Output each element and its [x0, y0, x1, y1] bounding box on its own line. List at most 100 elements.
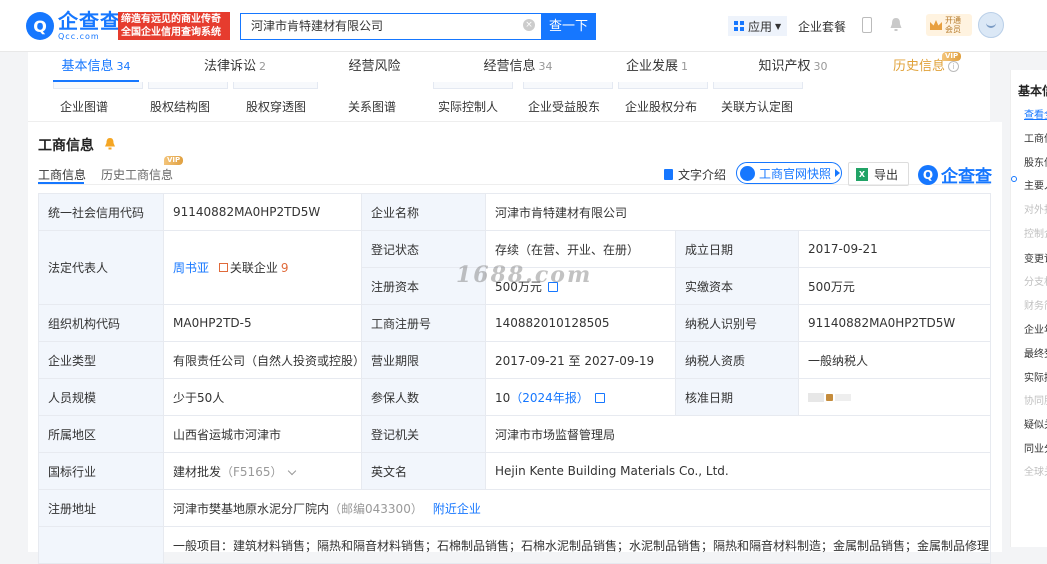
- table-row: 组织机构代码 MA0HP2TD-5 工商注册号 140882010128505 …: [38, 304, 992, 342]
- tool-relation-graph[interactable]: 关系图谱: [348, 98, 396, 115]
- taxpayer-id-value: 91140882MA0HP2TD5W: [797, 304, 992, 342]
- region-value: 山西省运城市河津市: [163, 415, 362, 453]
- qcc-logo[interactable]: Q 企查查 Qcc.com: [26, 11, 121, 41]
- table-row: 统一社会信用代码 91140882MA0HP2TD5W 企业名称 河津市肯特建材…: [38, 193, 992, 231]
- anchor-branches: 分支机: [1024, 277, 1047, 288]
- taxpayer-qual-value: 一般纳税人: [797, 341, 992, 379]
- tab-operating-risk[interactable]: 经营风险: [306, 52, 446, 82]
- grid-icon: [734, 21, 744, 31]
- staff-size-value: 少于50人: [163, 378, 362, 416]
- anchor-view-all[interactable]: 查看全: [1024, 106, 1047, 121]
- logo-text: 企查查: [58, 9, 121, 33]
- chevron-down-icon: [288, 466, 297, 475]
- tab-development[interactable]: 企业发展 1: [590, 52, 724, 82]
- business-info-table: 统一社会信用代码 91140882MA0HP2TD5W 企业名称 河津市肯特建材…: [38, 193, 992, 564]
- related-companies-tag[interactable]: 关联企业 9: [218, 259, 289, 276]
- enterprise-plan-link[interactable]: 企业套餐: [798, 18, 846, 35]
- credit-code-value: 91140882MA0HP2TD5W: [163, 193, 362, 231]
- phone-icon[interactable]: [862, 17, 872, 33]
- table-row: 国标行业 建材批发（F5165） 英文名 Hejin Kente Buildin…: [38, 452, 992, 490]
- top-header: Q 企查查 Qcc.com 缔造有远见的商业传奇 全国企业信用查询系统 河津市肯…: [0, 0, 1047, 52]
- watermark: 1688.com: [456, 262, 593, 288]
- vip-badge: VIP: [164, 156, 184, 165]
- anchor-shareholders[interactable]: 股东信: [1024, 154, 1047, 169]
- english-name-value: Hejin Kente Building Materials Co., Ltd.: [484, 452, 992, 490]
- qcc-brand-mark: Q 企查查: [918, 162, 992, 187]
- lock-icon: [826, 394, 833, 401]
- tool-equity-distribution[interactable]: 企业股权分布: [625, 98, 697, 115]
- tab-operating-info[interactable]: 经营信息 34: [446, 52, 590, 82]
- tool-enterprise-graph[interactable]: 企业图谱: [60, 98, 108, 115]
- table-row: 人员规模 少于50人 参保人数 10（2024年报） 核准日期: [38, 378, 992, 416]
- search-button[interactable]: 查一下: [541, 13, 596, 40]
- export-button[interactable]: X 导出: [848, 162, 909, 186]
- tab-ip[interactable]: 知识产权 30: [724, 52, 862, 82]
- network-icon: [218, 263, 228, 272]
- slogan-banner: 缔造有远见的商业传奇 全国企业信用查询系统: [118, 12, 230, 40]
- authority-value: 河津市市场监督管理局: [484, 415, 992, 453]
- nearby-companies-link[interactable]: 附近企业: [433, 502, 481, 516]
- approved-date-locked[interactable]: [797, 378, 992, 416]
- crown-icon: [930, 20, 942, 30]
- tool-equity-penetration[interactable]: 股权穿透图: [246, 98, 306, 115]
- tool-equity-structure[interactable]: 股权结构图: [150, 98, 210, 115]
- anchor-suspected-related[interactable]: 疑似关: [1024, 416, 1047, 431]
- user-avatar[interactable]: [978, 12, 1004, 38]
- right-anchor-nav: 基本信 查看全 工商信 股东信 主要人 对外投 控制企 变更记 分支机 财务简 …: [1010, 70, 1047, 547]
- table-row: 注册地址 河津市樊基地原水泥分厂院内（邮编043300） 附近企业: [38, 489, 992, 527]
- tab-litigation[interactable]: 法律诉讼 2: [164, 52, 306, 82]
- legal-rep-link[interactable]: 周书亚: [173, 261, 209, 275]
- main-nav-tabs: 基本信息 34 法律诉讼 2 经营风险 经营信息 34 企业发展 1 知识产权 30 历史…: [28, 52, 990, 82]
- tool-actual-controller[interactable]: 实际控制人: [438, 98, 498, 115]
- anchor-business-info[interactable]: 工商信: [1024, 130, 1047, 145]
- tool-beneficiary[interactable]: 企业受益股东: [528, 98, 600, 115]
- business-term-value: 2017-09-21 至 2027-09-19: [485, 341, 676, 379]
- company-type-value: 有限责任公司（自然人投资或控股）: [163, 341, 362, 379]
- tab-history[interactable]: 历史信息 i VIP: [862, 52, 990, 82]
- camera-icon: [740, 165, 755, 181]
- business-info-panel: 工商信息 工商信息 历史工商信息 VIP 文字介绍 工商官网快照 X 导出 Q 企查…: [28, 122, 1002, 564]
- play-icon: [835, 169, 841, 177]
- search-input[interactable]: 河津市肯特建材有限公司: [240, 13, 542, 40]
- anchor-controlled: 控制企: [1024, 229, 1047, 240]
- excel-icon: X: [856, 167, 868, 181]
- insured-count-value: 10: [495, 390, 511, 405]
- anchor-peer-analysis[interactable]: 同业分: [1024, 440, 1047, 455]
- logo-mark: Q: [26, 12, 54, 40]
- app-menu[interactable]: 应用 ▼: [728, 16, 788, 36]
- anchor-ultimate-beneficiary[interactable]: 最终受: [1024, 345, 1047, 360]
- anchor-key-personnel[interactable]: 主要人: [1024, 177, 1047, 192]
- reg-no-value: 140882010128505: [485, 304, 676, 342]
- anchor-annual-report[interactable]: 企业年: [1024, 321, 1047, 336]
- postcode-value: （邮编043300）: [329, 501, 423, 516]
- table-row: 所属地区 山西省运城市河津市 登记机关 河津市市场监督管理局: [38, 415, 992, 453]
- anchor-changes[interactable]: 变更记: [1024, 250, 1047, 265]
- company-name-value: 河津市肯特建材有限公司: [484, 193, 992, 231]
- annual-report-link[interactable]: （2024年报）: [510, 391, 589, 405]
- anchor-actual-controller[interactable]: 实际控: [1024, 369, 1047, 384]
- tab-basic-info[interactable]: 基本信息 34: [28, 52, 164, 82]
- org-code-value: MA0HP2TD-5: [163, 304, 362, 342]
- tool-related-party[interactable]: 关联方认定图: [721, 98, 793, 115]
- subtab-business-info[interactable]: 工商信息: [38, 166, 86, 183]
- bell-icon[interactable]: [104, 137, 116, 150]
- table-row: 企业类型 有限责任公司（自然人投资或控股） 营业期限 2017-09-21 至 …: [38, 341, 992, 379]
- clear-icon[interactable]: ×: [523, 19, 535, 31]
- paid-capital-value: 500万元: [797, 267, 992, 305]
- founded-date-value: 2017-09-21: [797, 230, 992, 268]
- caret-down-icon: ▼: [775, 21, 782, 31]
- anchor-nav-title: 基本信: [1018, 84, 1047, 98]
- industry-value[interactable]: 建材批发（F5165）: [163, 452, 362, 490]
- text-intro-button[interactable]: 文字介绍: [664, 166, 726, 183]
- bell-icon[interactable]: [889, 17, 903, 32]
- anchor-investments: 对外投: [1024, 205, 1047, 216]
- table-row: 一般项目：建筑材料销售；隔热和隔音材料销售；石棉制品销售；石棉水泥制品销售；水泥…: [38, 526, 992, 564]
- logo-domain: Qcc.com: [58, 32, 100, 41]
- address-value: 河津市樊基地原水泥分厂院内: [173, 501, 330, 516]
- official-snapshot-button[interactable]: 工商官网快照: [736, 162, 842, 184]
- subtab-history-business-info[interactable]: 历史工商信息: [101, 166, 173, 183]
- section-title: 工商信息: [38, 138, 94, 154]
- open-membership-button[interactable]: 开通 会员: [926, 14, 972, 36]
- chart-icon[interactable]: [594, 393, 605, 403]
- graph-toolbar: 企业图谱 股权结构图 股权穿透图 关系图谱 实际控制人 企业受益股东 企业股权分…: [28, 82, 990, 122]
